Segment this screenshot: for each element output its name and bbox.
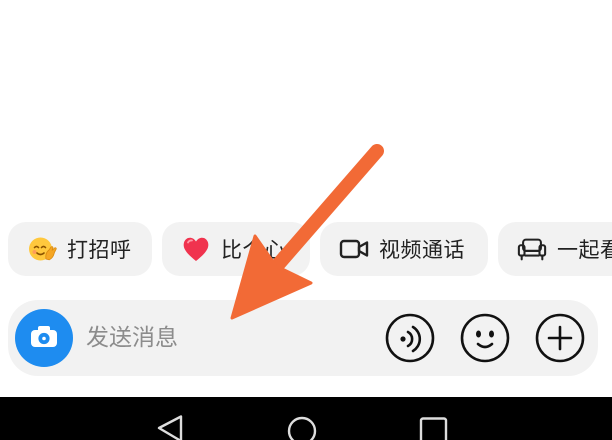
quick-action-send-heart[interactable]: 比个心 [162,222,310,276]
plus-icon [535,313,585,367]
quick-action-label: 一起看 [557,238,612,262]
system-nav-bar [0,397,612,440]
home-icon [287,416,317,440]
recents-button[interactable] [419,417,449,440]
message-input[interactable] [86,318,366,358]
video-camera-icon [339,234,369,264]
quick-action-label: 视频通话 [379,238,465,262]
emoji-icon [460,313,510,367]
heart-icon [181,234,211,264]
home-button[interactable] [287,416,317,440]
wave-emoji-icon [27,234,57,264]
voice-button[interactable] [385,313,435,363]
plus-button[interactable] [535,313,585,363]
camera-button[interactable] [15,309,73,367]
quick-action-label: 打招呼 [67,238,132,262]
quick-action-watch-together[interactable]: 一起看 [498,222,612,276]
sofa-icon [517,234,547,264]
back-icon [156,415,184,440]
quick-action-say-hi[interactable]: 打招呼 [8,222,152,276]
quick-action-video-call[interactable]: 视频通话 [320,222,488,276]
emoji-button[interactable] [460,313,510,363]
recents-icon [419,417,449,440]
message-composer [8,300,598,376]
camera-icon [29,323,59,353]
back-button[interactable] [156,415,184,440]
voice-icon [385,313,435,367]
quick-action-bar: 打招呼 比个心 视频通话 一起看 [8,222,612,276]
chat-screen: 打招呼 比个心 视频通话 一起看 发送消息 [0,0,612,440]
quick-action-label: 比个心 [221,238,286,262]
